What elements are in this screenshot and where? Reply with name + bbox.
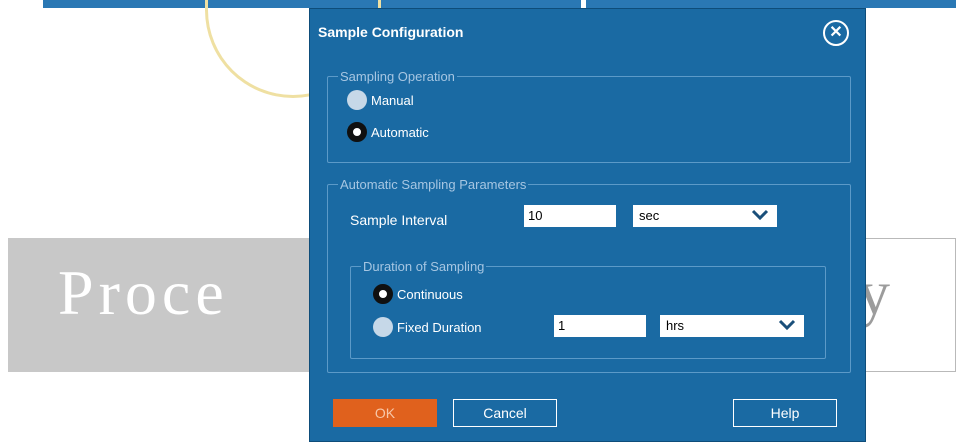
radio-continuous[interactable]: Continuous xyxy=(373,284,463,304)
sample-interval-unit-value: sec xyxy=(639,208,660,223)
fixed-duration-input[interactable]: 1 xyxy=(554,315,646,337)
duration-of-sampling-legend: Duration of Sampling xyxy=(363,259,485,274)
sampling-operation-legend: Sampling Operation xyxy=(340,69,455,84)
radio-automatic[interactable]: Automatic xyxy=(347,122,429,142)
sample-interval-input[interactable]: 10 xyxy=(524,205,616,227)
close-icon[interactable]: ✕ xyxy=(823,20,849,46)
background-window-titlebar-right xyxy=(586,0,956,8)
sample-configuration-dialog: Sample Configuration ✕ Sampling Operatio… xyxy=(309,8,866,442)
radio-automatic-indicator xyxy=(347,122,367,142)
chevron-down-icon xyxy=(751,209,769,221)
radio-fixed-duration-indicator xyxy=(373,317,393,337)
help-button[interactable]: Help xyxy=(733,399,837,427)
fixed-duration-unit-value: hrs xyxy=(666,318,685,333)
automatic-sampling-parameters-legend: Automatic Sampling Parameters xyxy=(340,177,527,192)
radio-manual-label: Manual xyxy=(371,92,414,108)
radio-fixed-duration[interactable]: Fixed Duration xyxy=(373,317,482,337)
radio-fixed-duration-label: Fixed Duration xyxy=(397,319,482,335)
ok-button[interactable]: OK xyxy=(333,399,437,427)
duration-of-sampling-group: Duration of Sampling xyxy=(350,259,826,359)
chevron-down-icon xyxy=(778,319,796,331)
radio-continuous-label: Continuous xyxy=(397,286,463,302)
radio-automatic-label: Automatic xyxy=(371,124,429,140)
radio-continuous-indicator xyxy=(373,284,393,304)
fixed-duration-unit-select[interactable]: hrs xyxy=(660,315,804,337)
radio-manual[interactable]: Manual xyxy=(347,90,414,110)
radio-manual-indicator xyxy=(347,90,367,110)
sampling-operation-group: Sampling Operation xyxy=(327,69,851,163)
background-banner-text-left: Proce xyxy=(58,257,229,328)
sample-interval-label: Sample Interval xyxy=(350,212,448,228)
dialog-title: Sample Configuration xyxy=(318,24,464,40)
sample-interval-unit-select[interactable]: sec xyxy=(633,205,777,227)
cancel-button[interactable]: Cancel xyxy=(453,399,557,427)
